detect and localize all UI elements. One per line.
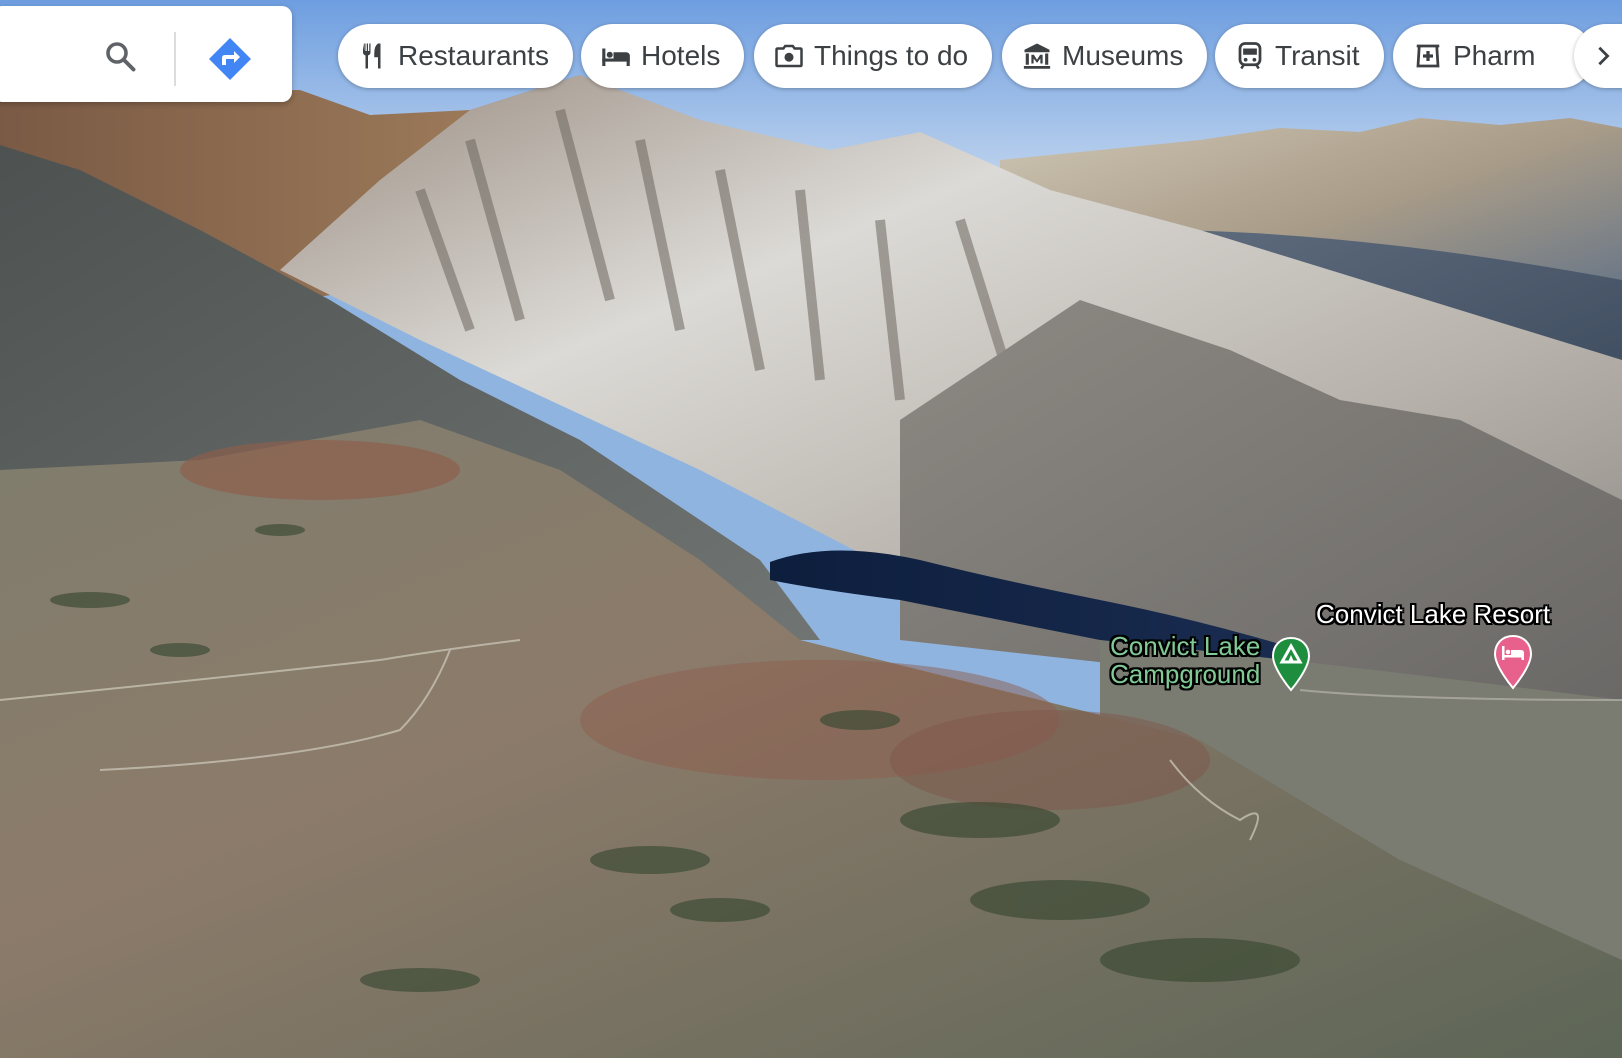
chip-hotels[interactable]: Hotels [581,24,745,88]
chip-label: Things to do [814,40,969,71]
search-divider [174,32,176,86]
museum-icon [1022,41,1052,71]
chip-restaurants[interactable]: Restaurants [338,24,573,88]
campground-label[interactable]: Convict Lake Campground [1110,632,1260,688]
hotel-pin-icon [1493,634,1533,690]
fork-knife-icon [358,41,388,71]
search-icon [106,42,136,72]
pharmacy-icon [1413,41,1443,71]
chip-label: Hotels [641,40,721,71]
camera-icon [774,41,804,71]
chip-pharmacy[interactable]: Pharm [1393,24,1593,88]
bed-icon [601,41,631,71]
resort-label[interactable]: Convict Lake Resort [1316,600,1550,628]
directions-icon [209,38,251,80]
search-input[interactable] [6,32,96,76]
map-view[interactable] [0,0,1622,1058]
campground-label-line1: Convict Lake [1110,631,1261,661]
chip-label: Pharm [1453,40,1536,71]
chip-label: Transit [1275,40,1360,71]
campground-pin[interactable] [1270,636,1312,692]
search-button[interactable] [100,36,140,76]
chevron-right-icon [1598,46,1610,66]
campground-label-line2: Campground [1110,659,1261,689]
chip-transit[interactable]: Transit [1215,24,1384,88]
chip-label: Restaurants [398,40,549,71]
directions-button[interactable] [205,34,255,84]
search-box [0,6,292,102]
train-icon [1235,41,1265,71]
resort-pin[interactable] [1492,634,1534,690]
chip-label: Museums [1062,40,1184,71]
chip-museums[interactable]: Museums [1002,24,1208,88]
chip-things-to-do[interactable]: Things to do [754,24,993,88]
campground-pin-icon [1271,636,1311,692]
